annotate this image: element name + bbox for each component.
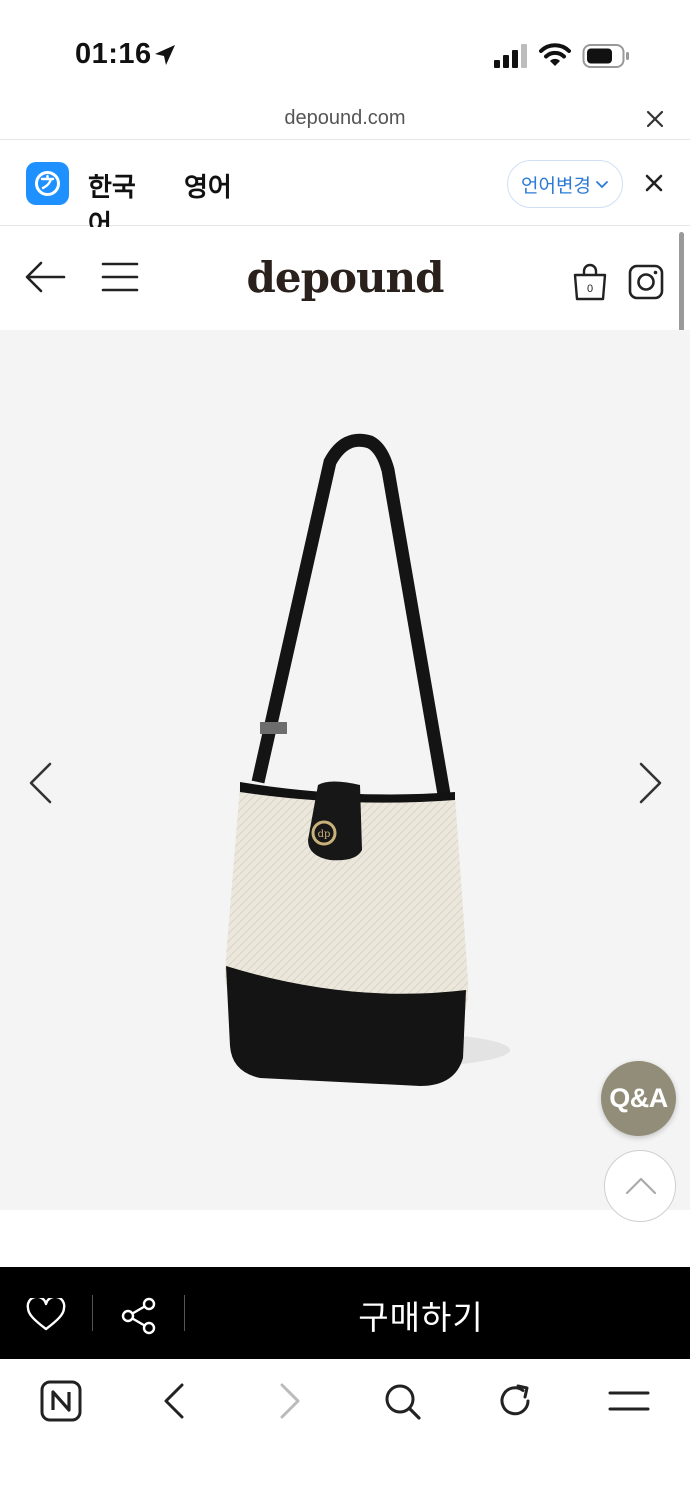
- location-arrow-icon: [155, 45, 175, 65]
- divider: [184, 1295, 185, 1331]
- chevron-up-icon: [625, 1177, 657, 1195]
- previous-image-chevron-icon[interactable]: [26, 760, 54, 806]
- site-header: depound 0: [0, 227, 690, 330]
- change-language-button[interactable]: 언어변경: [507, 160, 623, 208]
- naver-home-icon[interactable]: [40, 1380, 82, 1422]
- qa-button[interactable]: Q&A: [601, 1061, 676, 1136]
- chevron-down-icon: [596, 181, 608, 189]
- status-time: 01:16: [75, 38, 152, 70]
- tab-english[interactable]: 영어: [184, 167, 232, 204]
- product-image-carousel[interactable]: dp: [0, 330, 690, 1210]
- scroll-to-top-button[interactable]: [604, 1150, 676, 1222]
- battery-icon: [582, 44, 629, 68]
- translate-bar: 한국어 영어 언어변경: [0, 141, 690, 257]
- browser-menu-icon[interactable]: [608, 1380, 650, 1422]
- url-bar[interactable]: depound.com: [0, 100, 690, 140]
- divider: [92, 1295, 93, 1331]
- cart-count: 0: [587, 283, 593, 295]
- buy-button[interactable]: 구매하기: [186, 1291, 656, 1339]
- browser-forward-icon[interactable]: [268, 1380, 310, 1422]
- change-language-label: 언어변경: [521, 175, 591, 197]
- browser-back-icon[interactable]: [154, 1380, 196, 1422]
- search-icon[interactable]: [381, 1380, 423, 1422]
- refresh-icon[interactable]: [494, 1380, 536, 1422]
- instagram-icon[interactable]: [628, 264, 664, 300]
- status-bar: 01:16: [0, 0, 690, 100]
- browser-toolbar: [0, 1360, 690, 1500]
- cellular-signal-icon: [494, 44, 527, 68]
- papago-translate-icon: [26, 162, 69, 205]
- url-text[interactable]: depound.com: [0, 107, 690, 130]
- purchase-bar: 구매하기: [0, 1267, 690, 1359]
- share-icon[interactable]: [120, 1296, 158, 1336]
- close-translate-icon[interactable]: [644, 173, 664, 193]
- close-icon[interactable]: [644, 108, 666, 130]
- product-image: dp: [225, 433, 510, 1086]
- svg-text:dp: dp: [318, 829, 331, 840]
- heart-wishlist-icon[interactable]: [26, 1298, 66, 1332]
- next-image-chevron-icon[interactable]: [637, 760, 665, 806]
- wifi-icon: [539, 43, 571, 66]
- shopping-bag-icon[interactable]: 0: [572, 262, 608, 302]
